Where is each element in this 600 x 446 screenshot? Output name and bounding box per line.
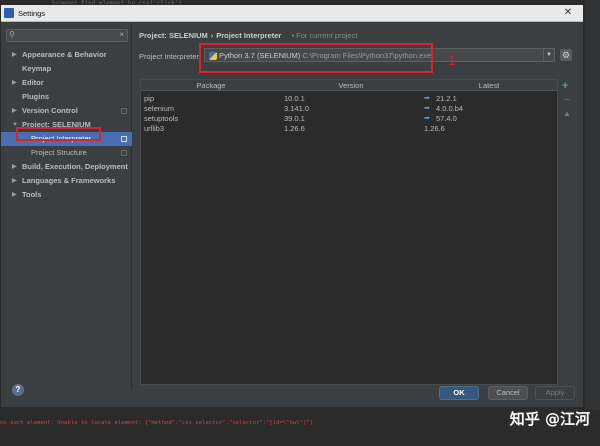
package-version: 1.26.6 <box>284 124 305 133</box>
expand-arrow-icon[interactable]: ▶ <box>12 76 17 90</box>
settings-dialog: Settings ✕ ⚲ × ▶ Appearance & Behavior K… <box>0 4 584 408</box>
column-header-latest[interactable]: Latest <box>421 80 557 91</box>
help-icon[interactable]: ? <box>12 384 24 396</box>
interpreter-panel: Project: SELENIUM › Project Interpreter ▪ … <box>133 23 585 389</box>
table-row[interactable]: selenium 3.141.0 ➡ 4.0.0.b4 <box>141 104 557 114</box>
annotation-number: 1 <box>448 54 456 68</box>
sidebar-item-tools[interactable]: ▶ Tools <box>1 188 132 202</box>
breadcrumb-separator: › <box>210 31 214 40</box>
package-name: pip <box>144 94 155 103</box>
cancel-button[interactable]: Cancel <box>488 386 528 400</box>
table-row[interactable]: setuptools 39.0.1 ➡ 57.4.0 <box>141 114 557 124</box>
close-icon[interactable]: ✕ <box>558 6 578 19</box>
project-scope-icon <box>121 108 127 114</box>
app-icon <box>4 8 14 18</box>
sidebar-item-plugins[interactable]: Plugins <box>1 90 132 104</box>
column-header-package[interactable]: Package <box>141 80 281 91</box>
annotation-box <box>16 127 101 141</box>
project-scope-icon <box>121 136 127 142</box>
breadcrumb: Project: SELENIUM › Project Interpreter ▪ … <box>139 31 357 40</box>
table-header: Package Version Latest <box>141 80 557 91</box>
annotation-box <box>199 43 433 73</box>
sidebar-item-appearance[interactable]: ▶ Appearance & Behavior <box>1 48 132 62</box>
expand-arrow-icon[interactable]: ▶ <box>12 174 17 188</box>
watermark: 知乎 @江河 <box>509 410 590 428</box>
sidebar-item-label: Appearance & Behavior <box>22 50 107 59</box>
table-row[interactable]: urllib3 1.26.6 1.26.6 <box>141 124 557 134</box>
package-version: 39.0.1 <box>284 114 305 123</box>
upgrade-package-icon[interactable]: ▲ <box>563 109 571 118</box>
search-icon: ⚲ <box>9 30 15 39</box>
sidebar-item-label: Tools <box>22 190 42 199</box>
sidebar-item-keymap[interactable]: Keymap <box>1 62 132 76</box>
expand-arrow-icon[interactable]: ▶ <box>12 104 17 118</box>
add-package-icon[interactable]: + <box>562 80 568 92</box>
package-latest: 4.0.0.b4 <box>436 104 464 113</box>
sidebar-item-project-structure[interactable]: Project Structure <box>1 146 132 160</box>
clear-search-icon[interactable]: × <box>119 30 124 39</box>
sidebar-item-label: Version Control <box>22 106 78 115</box>
sidebar-item-version-control[interactable]: ▶ Version Control <box>1 104 132 118</box>
window-title: Settings <box>18 8 46 18</box>
package-version: 3.141.0 <box>284 104 310 113</box>
page-title: Project Interpreter <box>216 31 282 40</box>
project-scope-icon <box>121 150 127 156</box>
sidebar-item-label: Project Structure <box>31 148 87 157</box>
apply-button[interactable]: Apply <box>535 386 575 400</box>
gear-icon[interactable]: ⚙ <box>560 49 572 61</box>
dialog-footer: ? OK Cancel Apply <box>1 384 585 409</box>
column-header-version[interactable]: Version <box>281 80 421 91</box>
package-latest: 21.2.1 <box>436 94 457 103</box>
scope-note: ▪ For current project <box>291 31 358 40</box>
expand-arrow-icon[interactable]: ▶ <box>12 48 17 62</box>
title-bar: Settings ✕ <box>1 5 583 22</box>
sidebar-item-label: Build, Execution, Deployment <box>22 162 128 171</box>
sidebar-item-languages[interactable]: ▶ Languages & Frameworks <box>1 174 132 188</box>
package-name: urllib3 <box>144 124 165 133</box>
remove-package-icon[interactable]: − <box>564 95 570 106</box>
sidebar-item-build[interactable]: ▶ Build, Execution, Deployment <box>1 160 132 174</box>
table-toolbar: + − ▲ <box>561 79 573 385</box>
update-arrow-icon: ➡ <box>424 95 430 102</box>
expand-arrow-icon[interactable]: ▶ <box>12 160 17 174</box>
breadcrumb-root: Project: SELENIUM <box>139 31 208 40</box>
sidebar-item-label: Editor <box>22 78 44 87</box>
sidebar-item-label: Keymap <box>22 64 52 73</box>
package-name: selenium <box>144 104 175 113</box>
sidebar-item-label: Languages & Frameworks <box>22 176 116 185</box>
update-arrow-icon: ➡ <box>424 105 430 112</box>
table-row[interactable]: pip 10.0.1 ➡ 21.2.1 <box>141 94 557 104</box>
expand-arrow-icon[interactable]: ▶ <box>12 188 17 202</box>
sidebar-item-label: Plugins <box>22 92 50 101</box>
ok-button[interactable]: OK <box>439 386 479 400</box>
sidebar-item-editor[interactable]: ▶ Editor <box>1 76 132 90</box>
package-latest: 1.26.6 <box>424 124 445 133</box>
settings-sidebar: ⚲ × ▶ Appearance & Behavior Keymap ▶ Edi… <box>1 23 132 389</box>
package-latest: 57.4.0 <box>436 114 457 123</box>
scope-note-text: For current project <box>296 31 358 40</box>
interpreter-label: Project Interpreter: <box>139 52 202 61</box>
sidebar-search-input[interactable]: ⚲ × <box>6 29 128 42</box>
package-name: setuptools <box>144 114 179 123</box>
update-arrow-icon: ➡ <box>424 115 430 122</box>
dropdown-arrow-icon[interactable]: ▼ <box>543 49 554 61</box>
console-error-line: no such element: Unable to locate elemen… <box>0 420 314 426</box>
packages-table: Package Version Latest pip 10.0.1 ➡ 21.2… <box>140 79 558 385</box>
background-scroll-gutter <box>585 0 600 446</box>
package-version: 10.0.1 <box>284 94 305 103</box>
